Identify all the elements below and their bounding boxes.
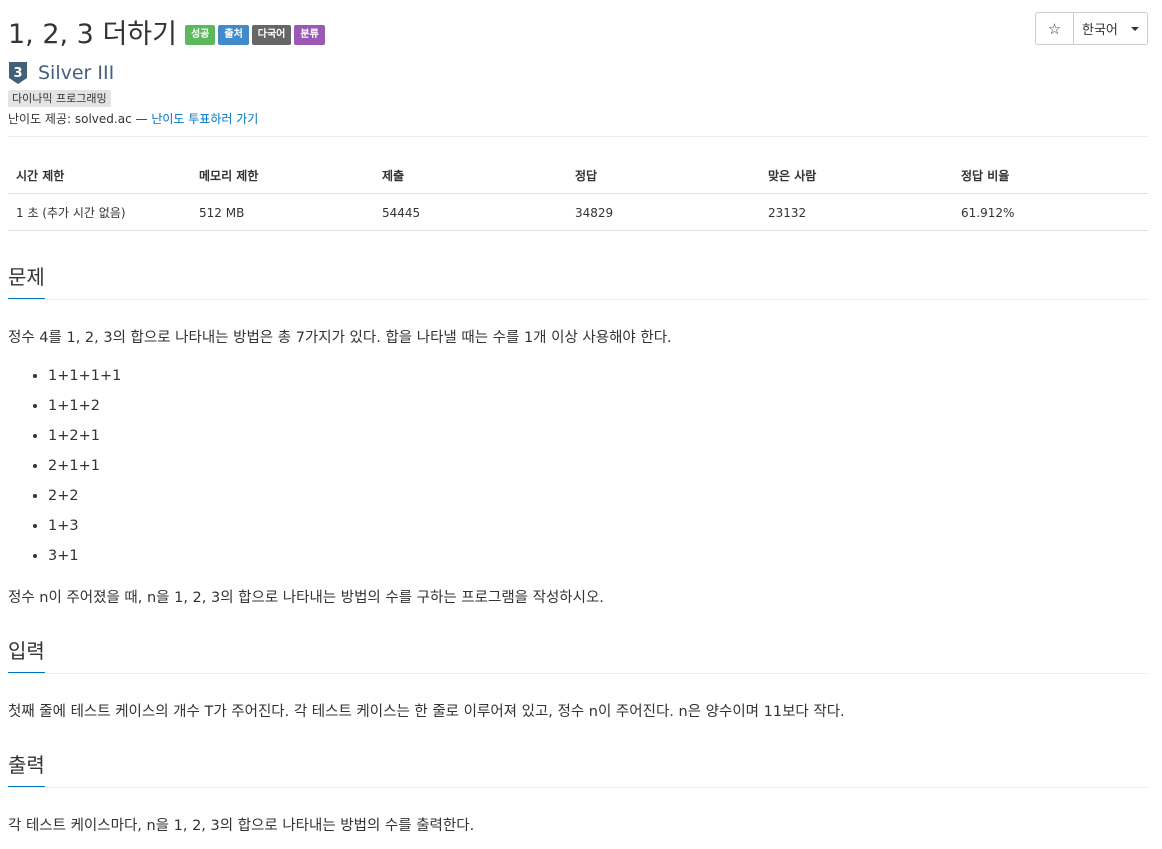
header-ratio: 정답 비율: [953, 157, 1148, 194]
star-icon: ☆: [1047, 19, 1062, 38]
table-header-row: 시간 제한 메모리 제한 제출 정답 맞은 사람 정답 비율: [8, 157, 1148, 194]
input-description: 첫째 줄에 테스트 케이스의 개수 T가 주어진다. 각 테스트 케이스는 한 …: [8, 704, 845, 720]
tier-row: 3 Silver III: [8, 61, 114, 85]
tag-item[interactable]: 다이나믹 프로그래밍: [8, 90, 111, 107]
list-item: 2+1+1: [48, 454, 121, 484]
cell-accepted: 34829: [567, 193, 760, 231]
divider: [8, 136, 1148, 137]
cell-submissions: 54445: [374, 193, 567, 231]
page-title: 1, 2, 3 더하기: [8, 19, 177, 50]
header-time-limit: 시간 제한: [8, 157, 191, 194]
vote-difficulty-link[interactable]: 난이도 투표하러 가기: [151, 112, 258, 126]
action-buttons: ☆ 한국어: [1035, 12, 1148, 45]
section-divider: [8, 299, 1148, 300]
list-item: 2+2: [48, 484, 121, 514]
problem-heading: 문제: [8, 261, 45, 300]
chevron-down-icon: [1131, 26, 1139, 31]
output-description: 각 테스트 케이스마다, n을 1, 2, 3의 합으로 나타내는 방법의 수를…: [8, 818, 475, 834]
cell-solvers: 23132: [760, 193, 953, 231]
cell-ratio: 61.912%: [953, 193, 1148, 231]
input-heading: 입력: [8, 635, 45, 674]
problem-info-table: 시간 제한 메모리 제한 제출 정답 맞은 사람 정답 비율 1 초 (추가 시…: [8, 157, 1148, 231]
tier-badge-icon[interactable]: 3: [8, 61, 28, 85]
provider-text: 난이도 제공: solved.ac —: [8, 112, 148, 126]
section-divider: [8, 787, 1148, 788]
tier-name[interactable]: Silver III: [38, 62, 114, 84]
language-dropdown[interactable]: 한국어: [1074, 12, 1148, 45]
tag-list: 다이나믹 프로그래밍: [8, 90, 111, 107]
difficulty-provider: 난이도 제공: solved.ac — 난이도 투표하러 가기: [8, 110, 258, 127]
favorite-button[interactable]: ☆: [1035, 12, 1074, 45]
section-divider: [8, 673, 1148, 674]
table-row: 1 초 (추가 시간 없음) 512 MB 54445 34829 23132 …: [8, 193, 1148, 231]
sum-list: 1+1+1+1 1+1+2 1+2+1 2+1+1 2+2 1+3 3+1: [8, 364, 121, 574]
input-section-header: 입력: [8, 635, 1148, 674]
output-heading: 출력: [8, 749, 45, 788]
header-solvers: 맞은 사람: [760, 157, 953, 194]
header-accepted: 정답: [567, 157, 760, 194]
header-memory-limit: 메모리 제한: [191, 157, 374, 194]
tier-badge-number: 3: [13, 66, 22, 81]
cell-time-limit: 1 초 (추가 시간 없음): [8, 193, 191, 231]
label-multilingual[interactable]: 다국어: [251, 24, 292, 45]
list-item: 1+1+2: [48, 394, 121, 424]
problem-labels: 성공 출처 다국어 분류: [184, 24, 328, 45]
problem-outro: 정수 n이 주어졌을 때, n을 1, 2, 3의 합으로 나타내는 방법의 수…: [8, 590, 604, 606]
label-success[interactable]: 성공: [184, 24, 216, 45]
header-submissions: 제출: [374, 157, 567, 194]
problem-intro: 정수 4를 1, 2, 3의 합으로 나타내는 방법은 총 7가지가 있다. 합…: [8, 330, 672, 346]
list-item: 1+2+1: [48, 424, 121, 454]
language-label: 한국어: [1082, 23, 1118, 38]
list-item: 3+1: [48, 544, 121, 574]
problem-page: 1, 2, 3 더하기 성공 출처 다국어 분류 ☆ 한국어 3 Silver …: [0, 0, 1162, 849]
output-section-header: 출력: [8, 749, 1148, 788]
problem-section-header: 문제: [8, 261, 1148, 300]
list-item: 1+1+1+1: [48, 364, 121, 394]
list-item: 1+3: [48, 514, 121, 544]
label-category[interactable]: 분류: [294, 24, 325, 45]
label-source[interactable]: 출처: [218, 24, 249, 45]
cell-memory-limit: 512 MB: [191, 193, 374, 231]
title-row: 1, 2, 3 더하기 성공 출처 다국어 분류: [8, 12, 328, 51]
